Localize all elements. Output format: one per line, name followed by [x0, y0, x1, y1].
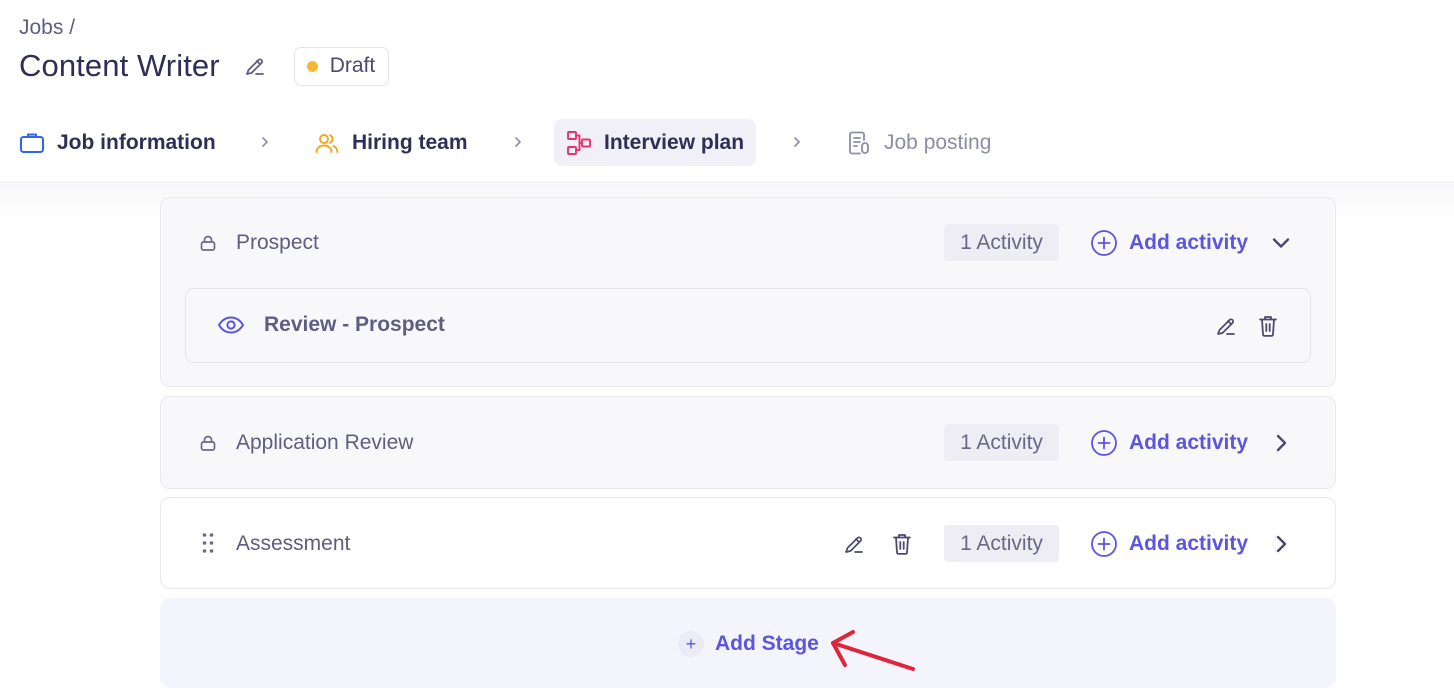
activity-count-badge: 1 Activity: [944, 424, 1059, 461]
delete-stage-button[interactable]: [890, 532, 914, 556]
stage-card[interactable]: Assessment 1 Activity Add activity: [160, 497, 1336, 589]
job-header: Jobs / Content Writer Draft Job informat…: [0, 0, 1454, 183]
page-title: Content Writer: [19, 48, 220, 83]
add-activity-label: Add activity: [1129, 431, 1249, 454]
stage-name: Prospect: [236, 231, 319, 254]
activity-card[interactable]: Review - Prospect: [185, 288, 1311, 363]
status-dot: [306, 60, 318, 72]
add-stage-label: Add Stage: [715, 632, 819, 655]
plus-circle-icon: [1091, 430, 1117, 456]
eye-icon: [216, 314, 246, 336]
delete-activity-button[interactable]: [1256, 314, 1280, 338]
activity-name: Review - Prospect: [264, 313, 445, 336]
chevron-right-icon[interactable]: [1269, 532, 1293, 556]
add-activity-button[interactable]: Add activity: [1090, 428, 1248, 458]
chevron-right-icon: [255, 131, 275, 153]
add-stage-content: + Add Stage: [678, 629, 819, 659]
step-job-posting[interactable]: Job posting: [846, 119, 991, 166]
step-navigation: Job information Hiring team Interview pl…: [0, 119, 1100, 166]
edit-activity-button[interactable]: [1214, 314, 1238, 338]
step-label: Hiring team: [352, 130, 468, 154]
users-icon: [314, 130, 340, 156]
step-label: Job posting: [884, 130, 992, 154]
chevron-right-icon: [508, 131, 528, 153]
stage-card: Prospect 1 Activity Add activity Review …: [160, 197, 1336, 387]
briefcase-icon: [19, 130, 45, 156]
lock-icon: [197, 432, 219, 454]
plus-circle-icon: [1091, 531, 1117, 557]
stage-header[interactable]: Prospect 1 Activity Add activity: [161, 198, 1335, 288]
status-label: Draft: [329, 54, 376, 77]
activity-count-badge: 1 Activity: [944, 525, 1059, 562]
edit-stage-button[interactable]: [842, 532, 866, 556]
step-label: Interview plan: [604, 130, 745, 154]
add-activity-button[interactable]: Add activity: [1090, 228, 1248, 258]
pencil-icon: [1217, 318, 1235, 335]
step-interview-plan[interactable]: Interview plan: [554, 119, 757, 166]
status-badge: Draft: [293, 46, 390, 86]
step-hiring-team[interactable]: Hiring team: [314, 119, 468, 166]
activity-count-badge: 1 Activity: [944, 224, 1059, 261]
document-icon: [846, 130, 872, 156]
chevron-right-icon: [787, 131, 807, 153]
stage-name: Assessment: [236, 532, 351, 555]
plus-icon: +: [678, 631, 704, 657]
lock-icon: [197, 232, 219, 254]
add-activity-button[interactable]: Add activity: [1090, 529, 1248, 559]
annotation-arrow-icon: [831, 630, 915, 671]
drag-handle-icon[interactable]: [197, 532, 219, 554]
add-activity-label: Add activity: [1129, 231, 1249, 254]
pencil-icon: [845, 536, 863, 553]
step-label: Job information: [57, 130, 216, 154]
add-activity-label: Add activity: [1129, 532, 1249, 555]
trash-icon: [1259, 316, 1277, 337]
workflow-icon: [566, 130, 592, 156]
plus-circle-icon: [1091, 230, 1117, 256]
stage-name: Application Review: [236, 431, 414, 454]
title-row: Content Writer Draft: [19, 46, 390, 86]
step-job-information[interactable]: Job information: [19, 119, 216, 166]
chevron-right-icon[interactable]: [1269, 431, 1293, 455]
chevron-down-icon[interactable]: [1269, 231, 1293, 255]
trash-icon: [893, 534, 911, 555]
breadcrumb[interactable]: Jobs /: [19, 16, 75, 40]
stage-card[interactable]: Application Review 1 Activity Add activi…: [160, 396, 1336, 489]
add-stage-button[interactable]: + Add Stage: [160, 598, 1336, 688]
edit-title-button[interactable]: [242, 53, 268, 79]
pencil-icon: [245, 58, 264, 75]
